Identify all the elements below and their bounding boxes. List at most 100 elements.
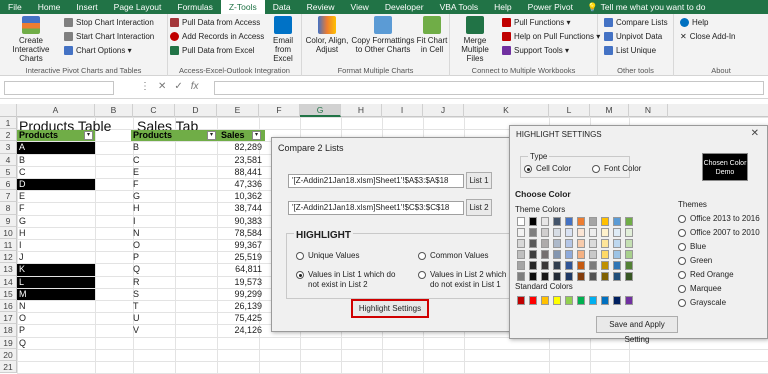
sales-value-cell[interactable]: 64,811 <box>219 264 265 275</box>
sales-value-cell[interactable]: 10,362 <box>219 191 265 202</box>
product-cell[interactable]: F <box>17 203 95 214</box>
tab-vba-tools[interactable]: VBA Tools <box>432 0 487 14</box>
sales-value-cell[interactable]: 19,573 <box>219 277 265 288</box>
theme-option[interactable]: Grayscale <box>678 298 726 308</box>
row-header[interactable]: 7 <box>0 190 17 203</box>
row-header[interactable]: 6 <box>0 178 17 191</box>
theme-color-swatch[interactable] <box>529 272 537 281</box>
column-header-M[interactable]: M <box>590 104 629 117</box>
theme-color-swatch[interactable] <box>613 217 621 226</box>
copy-formattings-button[interactable]: Copy Formattings to Other Charts <box>350 16 416 54</box>
theme-color-swatch[interactable] <box>541 272 549 281</box>
close-icon[interactable]: ✕ <box>751 128 759 139</box>
row-header[interactable]: 21 <box>0 361 17 374</box>
product-cell[interactable]: A <box>17 142 95 154</box>
sales-product-cell[interactable]: E <box>131 167 217 178</box>
product-cell[interactable]: P <box>17 325 95 336</box>
theme-option[interactable]: Green <box>678 256 712 266</box>
theme-color-swatch[interactable] <box>541 217 549 226</box>
column-header-E[interactable]: E <box>217 104 259 117</box>
merge-files-button[interactable]: Merge Multiple Files <box>452 16 498 63</box>
standard-color-swatch[interactable] <box>577 296 585 305</box>
theme-color-swatch[interactable] <box>601 239 609 248</box>
theme-color-swatch[interactable] <box>613 272 621 281</box>
sales-value-cell[interactable]: 47,336 <box>219 179 265 190</box>
sales-value-cell[interactable]: 25,519 <box>219 252 265 263</box>
fit-chart-button[interactable]: Fit Chart in Cell <box>416 16 448 54</box>
row-header[interactable]: 3 <box>0 141 17 154</box>
standard-color-swatch[interactable] <box>517 296 525 305</box>
tab-home[interactable]: Home <box>30 0 69 14</box>
list1-range-input[interactable]: '[Z-Addin21Jan18.xlsm]Sheet1'!$A$3:$A$18 <box>288 174 464 188</box>
row-header[interactable]: 14 <box>0 275 17 288</box>
help-pull-functions-button[interactable]: Help on Pull Functions ▾ <box>502 31 600 42</box>
unpivot-data-button[interactable]: Unpivot Data <box>604 31 662 42</box>
theme-color-swatch[interactable] <box>565 272 573 281</box>
standard-color-swatch[interactable] <box>565 296 573 305</box>
theme-color-swatch[interactable] <box>589 250 597 259</box>
name-box[interactable] <box>4 81 114 95</box>
theme-color-swatch[interactable] <box>517 217 525 226</box>
product-cell[interactable]: I <box>17 240 95 251</box>
sales-product-cell[interactable]: B <box>131 142 217 153</box>
common-values-option[interactable]: Common Values <box>418 251 489 261</box>
row-header[interactable]: 15 <box>0 287 17 300</box>
theme-color-swatch[interactable] <box>625 217 633 226</box>
product-cell[interactable]: J <box>17 252 95 263</box>
sales-product-cell[interactable]: F <box>131 179 217 190</box>
list1-button[interactable]: List 1 <box>466 172 492 189</box>
theme-color-swatch[interactable] <box>577 228 585 237</box>
color-align-adjust-button[interactable]: Color, Align, Adjust <box>304 16 350 54</box>
row-header[interactable]: 19 <box>0 336 17 349</box>
pull-data-excel-button[interactable]: Pull Data from Excel <box>170 45 254 56</box>
formula-input[interactable] <box>214 81 764 95</box>
theme-color-swatch[interactable] <box>601 250 609 259</box>
theme-color-swatch[interactable] <box>553 272 561 281</box>
theme-color-swatch[interactable] <box>553 261 561 270</box>
standard-color-swatch[interactable] <box>553 296 561 305</box>
standard-color-swatch[interactable] <box>601 296 609 305</box>
product-cell[interactable]: Q <box>17 338 95 349</box>
row-header[interactable]: 9 <box>0 214 17 227</box>
list2-button[interactable]: List 2 <box>466 199 492 216</box>
select-all-corner[interactable] <box>0 104 17 117</box>
row-header[interactable]: 4 <box>0 153 17 166</box>
tab-help[interactable]: Help <box>486 0 519 14</box>
column-header-A[interactable]: A <box>17 104 95 117</box>
support-tools-button[interactable]: Support Tools ▾ <box>502 45 569 56</box>
row-header[interactable]: 16 <box>0 300 17 313</box>
sales-value-cell[interactable]: 26,139 <box>219 301 265 312</box>
theme-option[interactable]: Marquee <box>678 284 722 294</box>
theme-color-swatch[interactable] <box>517 272 525 281</box>
product-cell[interactable]: L <box>17 276 95 288</box>
tab-insert[interactable]: Insert <box>68 0 105 14</box>
close-addin-button[interactable]: ✕ Close Add-In <box>680 31 736 42</box>
theme-color-swatch[interactable] <box>517 228 525 237</box>
filter-dropdown-icon[interactable]: ▾ <box>84 131 93 141</box>
help-button[interactable]: Help <box>680 17 708 28</box>
tab-developer[interactable]: Developer <box>377 0 432 14</box>
pull-functions-button[interactable]: Pull Functions ▾ <box>502 17 571 28</box>
row-header[interactable]: 10 <box>0 226 17 239</box>
sales-product-cell[interactable]: S <box>131 289 217 300</box>
row-header[interactable]: 12 <box>0 251 17 264</box>
unique-values-option[interactable]: Unique Values <box>296 251 359 261</box>
column-header-J[interactable]: J <box>423 104 464 117</box>
tab-z-tools[interactable]: Z-Tools <box>220 0 265 14</box>
theme-color-swatch[interactable] <box>565 250 573 259</box>
chart-options-button[interactable]: Chart Options ▾ <box>64 45 132 56</box>
product-cell[interactable]: H <box>17 228 95 239</box>
column-header-B[interactable]: B <box>95 104 133 117</box>
theme-color-swatch[interactable] <box>541 250 549 259</box>
theme-color-swatch[interactable] <box>589 272 597 281</box>
theme-color-swatch[interactable] <box>601 228 609 237</box>
sales-product-cell[interactable]: I <box>131 216 217 227</box>
list2-not-in-list1-option[interactable]: Values in List 2 which do not exist in L… <box>418 270 510 290</box>
theme-color-swatch[interactable] <box>601 217 609 226</box>
theme-color-swatch[interactable] <box>589 217 597 226</box>
column-header-C[interactable]: C <box>133 104 175 117</box>
tab-view[interactable]: View <box>343 0 377 14</box>
highlight-settings-button[interactable]: Highlight Settings <box>351 299 429 318</box>
tab-page-layout[interactable]: Page Layout <box>106 0 170 14</box>
email-from-excel-button[interactable]: Email from Excel <box>266 16 300 63</box>
